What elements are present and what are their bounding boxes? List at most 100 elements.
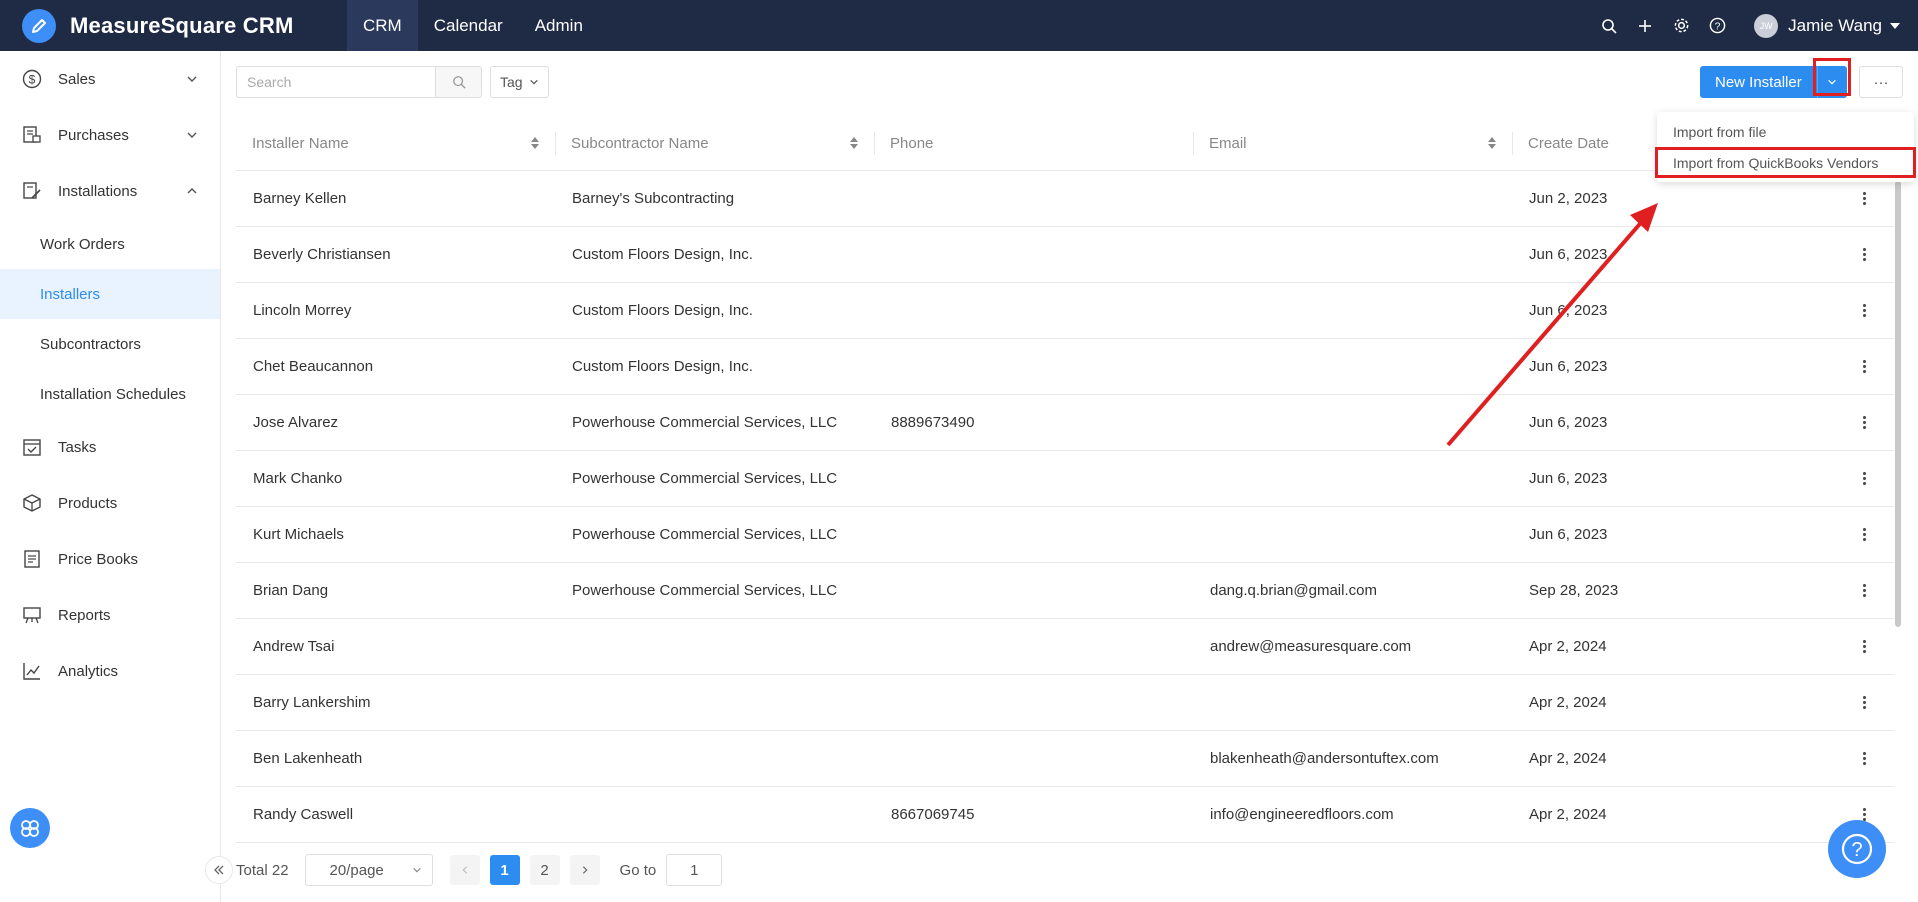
new-installer-button[interactable]: New Installer: [1700, 66, 1817, 98]
search-button[interactable]: [436, 66, 482, 98]
table-row[interactable]: Barry Lankershim Apr 2, 2024: [236, 675, 1894, 731]
installer-name-cell: Jose Alvarez: [253, 414, 339, 431]
chevron-down-icon: [187, 132, 197, 138]
plus-icon[interactable]: [1636, 17, 1654, 35]
app-logo[interactable]: MeasureSquare CRM: [0, 8, 347, 43]
next-page-button[interactable]: [569, 855, 600, 885]
row-actions-button[interactable]: [1832, 360, 1894, 373]
sidebar-item-installations[interactable]: Installations: [0, 163, 220, 219]
nav-admin[interactable]: Admin: [519, 0, 599, 51]
row-actions-button[interactable]: [1832, 528, 1894, 541]
nav-calendar[interactable]: Calendar: [418, 0, 519, 51]
vertical-dots-icon: [1863, 416, 1866, 429]
sidebar-item-reports[interactable]: Reports: [0, 587, 220, 643]
vertical-dots-icon: [1863, 528, 1866, 541]
create-date-cell: Jun 6, 2023: [1529, 526, 1608, 543]
row-actions-button[interactable]: [1832, 752, 1894, 765]
sidebar-item-sales[interactable]: $ Sales: [0, 51, 220, 107]
chevron-right-icon: [582, 866, 588, 874]
sidebar-item-installers[interactable]: Installers: [0, 269, 220, 319]
sidebar-item-label: Purchases: [58, 126, 129, 144]
search-icon: [452, 76, 466, 89]
vertical-dots-icon: [1863, 808, 1866, 821]
row-actions-button[interactable]: [1832, 192, 1894, 205]
row-actions-button[interactable]: [1832, 248, 1894, 261]
table-row[interactable]: Lincoln Morrey Custom Floors Design, Inc.…: [236, 283, 1894, 339]
search-input[interactable]: [236, 66, 436, 98]
table-row[interactable]: Jose Alvarez Powerhouse Commercial Servic…: [236, 395, 1894, 451]
sidebar-item-tasks[interactable]: Tasks: [0, 419, 220, 475]
sidebar-item-installation-schedules[interactable]: Installation Schedules: [0, 369, 220, 419]
sidebar-item-price-books[interactable]: Price Books: [0, 531, 220, 587]
table-row[interactable]: Andrew Tsai andrew@measuresquare.com Apr 2…: [236, 619, 1894, 675]
row-actions-button[interactable]: [1832, 584, 1894, 597]
bot-icon: [21, 820, 39, 837]
row-actions-button[interactable]: [1832, 640, 1894, 653]
create-date-cell: Jun 6, 2023: [1529, 246, 1608, 263]
user-menu[interactable]: JW Jamie Wang: [1754, 13, 1900, 38]
top-nav: CRM Calendar Admin: [347, 0, 599, 51]
page-size-select[interactable]: 20/page: [304, 854, 433, 886]
vertical-dots-icon: [1863, 304, 1866, 317]
create-date-cell: Apr 2, 2024: [1529, 694, 1607, 711]
row-actions-button[interactable]: [1832, 808, 1894, 821]
import-from-quickbooks-item[interactable]: Import from QuickBooks Vendors: [1655, 147, 1916, 178]
email-cell: info@engineeredfloors.com: [1210, 806, 1394, 823]
sidebar-item-analytics[interactable]: Analytics: [0, 643, 220, 699]
search-icon[interactable]: [1600, 17, 1618, 35]
gear-icon[interactable]: [1672, 17, 1690, 35]
avatar: JW: [1754, 13, 1779, 38]
create-date-cell: Jun 6, 2023: [1529, 470, 1608, 487]
create-date-cell: Jun 6, 2023: [1529, 302, 1608, 319]
prev-page-button[interactable]: [449, 855, 480, 885]
table-row[interactable]: Brian Dang Powerhouse Commercial Services…: [236, 563, 1894, 619]
table-row[interactable]: Randy Caswell 8667069745 info@engineeredfl…: [236, 787, 1894, 843]
create-date-cell: Sep 28, 2023: [1529, 582, 1619, 599]
row-actions-button[interactable]: [1832, 304, 1894, 317]
sidebar-item-work-orders[interactable]: Work Orders: [0, 219, 220, 269]
col-subcontractor-name[interactable]: Subcontractor Name: [555, 116, 874, 171]
chevron-left-icon: [462, 866, 467, 874]
table-row[interactable]: Kurt Michaels Powerhouse Commercial Servi…: [236, 507, 1894, 563]
sidebar-item-purchases[interactable]: Purchases: [0, 107, 220, 163]
vertical-dots-icon: [1863, 192, 1866, 205]
installations-icon: [22, 181, 42, 201]
row-actions-button[interactable]: [1832, 472, 1894, 485]
table-row[interactable]: Chet Beaucannon Custom Floors Design, Inc…: [236, 339, 1894, 395]
sidebar-item-label: Sales: [58, 70, 96, 88]
table-row[interactable]: Beverly Christiansen Custom Floors Design…: [236, 227, 1894, 283]
table-row[interactable]: Barney Kellen Barney's Subcontracting Jun …: [236, 171, 1894, 227]
chat-bot-button[interactable]: [10, 808, 50, 848]
more-actions-button[interactable]: ···: [1859, 66, 1903, 98]
caret-down-icon: [1890, 22, 1900, 29]
table-row[interactable]: Mark Chanko Powerhouse Commercial Service…: [236, 451, 1894, 507]
goto-page: Go to: [620, 854, 723, 886]
create-date-cell: Apr 2, 2024: [1529, 806, 1607, 823]
help-button[interactable]: ?: [1828, 820, 1886, 878]
tag-filter-button[interactable]: Tag: [490, 66, 549, 98]
help-circle-icon[interactable]: ?: [1708, 17, 1726, 35]
nav-crm[interactable]: CRM: [347, 0, 418, 51]
app-name: MeasureSquare CRM: [70, 12, 294, 38]
sidebar-item-subcontractors[interactable]: Subcontractors: [0, 319, 220, 369]
box-icon: [22, 493, 42, 513]
goto-page-input[interactable]: [666, 854, 723, 886]
subcontractor-name-cell: Custom Floors Design, Inc.: [572, 358, 753, 375]
vertical-dots-icon: [1863, 696, 1866, 709]
col-installer-name[interactable]: Installer Name: [236, 116, 555, 171]
create-date-cell: Apr 2, 2024: [1529, 750, 1607, 767]
row-actions-button[interactable]: [1832, 696, 1894, 709]
sidebar-item-products[interactable]: Products: [0, 475, 220, 531]
installer-name-cell: Barney Kellen: [253, 190, 347, 207]
table-row[interactable]: Ben Lakenheath blakenheath@andersontuftex…: [236, 731, 1894, 787]
installer-name-cell: Lincoln Morrey: [253, 302, 352, 319]
table-scrollbar[interactable]: [1895, 181, 1901, 627]
col-email[interactable]: Email: [1193, 116, 1512, 171]
page-1-button[interactable]: 1: [489, 855, 520, 885]
row-actions-button[interactable]: [1832, 416, 1894, 429]
collapse-sidebar-button[interactable]: [205, 856, 233, 884]
page-2-button[interactable]: 2: [529, 855, 560, 885]
installer-name-cell: Brian Dang: [253, 582, 329, 599]
import-from-file-item[interactable]: Import from file: [1657, 116, 1914, 147]
toolbar: Tag: [236, 66, 549, 98]
